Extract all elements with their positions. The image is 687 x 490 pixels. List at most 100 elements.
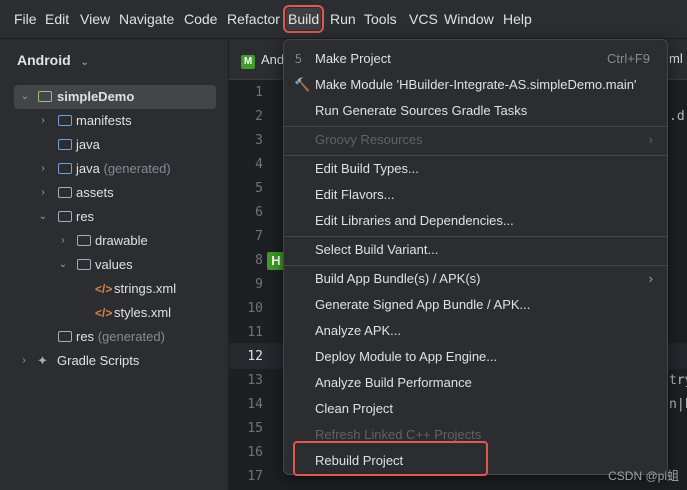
project-view-selector[interactable]: Android ⌄: [17, 52, 89, 68]
menu-item-label: Analyze APK...: [315, 323, 401, 338]
tree-item-res[interactable]: ⌄ res: [0, 205, 228, 229]
tree-item-suffix: (generated): [97, 329, 165, 344]
code-fragment: n|k: [669, 397, 687, 412]
menu-select-build-variant[interactable]: Select Build Variant...: [284, 237, 667, 263]
menu-edit[interactable]: Edit: [45, 8, 69, 30]
tree-item-label: assets: [76, 185, 114, 200]
editor-tab[interactable]: M And: [241, 50, 284, 70]
line-number: 3: [255, 133, 263, 148]
menu-analyze-build-performance[interactable]: Analyze Build Performance: [284, 370, 667, 396]
chevron-right-icon[interactable]: ›: [37, 157, 49, 181]
line-number: 10: [247, 301, 263, 316]
line-number: 11: [247, 325, 263, 340]
tree-item-label: res (generated): [76, 325, 165, 349]
rebuild-highlight-box: [293, 441, 488, 476]
chevron-right-icon: ›: [648, 271, 653, 286]
tree-item-styles-xml[interactable]: </> styles.xml: [0, 301, 228, 325]
chevron-down-icon[interactable]: ⌄: [19, 85, 31, 109]
menu-edit-libraries[interactable]: Edit Libraries and Dependencies...: [284, 208, 667, 234]
tree-item-label: strings.xml: [114, 281, 177, 296]
menu-generate-signed-bundle[interactable]: Generate Signed App Bundle / APK...: [284, 292, 667, 318]
menu-edit-build-types[interactable]: Edit Build Types...: [284, 156, 667, 182]
tree-item-label: styles.xml: [114, 305, 172, 320]
line-number: 16: [247, 445, 263, 460]
tree-item-java[interactable]: java: [0, 133, 228, 157]
tree-item-label: java (generated): [76, 157, 171, 181]
folder-icon: [58, 139, 72, 150]
tree-item-res-generated[interactable]: res (generated): [0, 325, 228, 349]
xml-file-icon: </>: [95, 306, 113, 320]
folder-icon: [77, 259, 91, 270]
project-view-label: Android: [17, 52, 71, 68]
chevron-down-icon: ⌄: [80, 57, 89, 68]
line-number: 14: [247, 397, 263, 412]
menu-refactor[interactable]: Refactor: [227, 8, 280, 30]
menu-item-label: Deploy Module to App Engine...: [315, 349, 498, 364]
menu-make-project[interactable]: 𝟻 Make Project Ctrl+F9: [284, 46, 667, 72]
menu-help[interactable]: Help: [503, 8, 532, 30]
editor-tab-label: And: [261, 52, 285, 67]
menu-file[interactable]: File: [14, 8, 37, 30]
folder-icon: [77, 235, 91, 246]
menu-code[interactable]: Code: [184, 8, 217, 30]
menu-deploy-app-engine[interactable]: Deploy Module to App Engine...: [284, 344, 667, 370]
line-number: 6: [255, 205, 263, 220]
line-number: 5: [255, 181, 263, 196]
menu-item-label: Run Generate Sources Gradle Tasks: [315, 103, 528, 118]
menu-edit-flavors[interactable]: Edit Flavors...: [284, 182, 667, 208]
tree-item-label: Gradle Scripts: [57, 353, 140, 368]
menu-groovy-resources: Groovy Resources ›: [284, 127, 667, 153]
tree-item-assets[interactable]: › assets: [0, 181, 228, 205]
menu-build[interactable]: Build: [282, 5, 325, 33]
menu-view[interactable]: View: [80, 8, 110, 30]
chevron-right-icon[interactable]: ›: [37, 181, 49, 205]
menu-navigate[interactable]: Navigate: [119, 8, 174, 30]
code-fragment: try: [669, 373, 687, 388]
menu-vcs[interactable]: VCS: [409, 8, 438, 30]
menu-run-generate-sources[interactable]: Run Generate Sources Gradle Tasks: [284, 98, 667, 124]
code-fragment: .d.: [669, 109, 687, 124]
chevron-right-icon: ›: [648, 132, 653, 147]
menu-clean-project[interactable]: Clean Project: [284, 396, 667, 422]
menu-item-label: Make Project: [315, 51, 391, 66]
tree-item-gradle-scripts[interactable]: › ✦ Gradle Scripts: [0, 349, 228, 373]
chevron-right-icon[interactable]: ›: [37, 109, 49, 133]
chevron-down-icon[interactable]: ⌄: [57, 253, 69, 277]
tree-item-label: simpleDemo: [57, 89, 135, 104]
folder-icon: [58, 187, 72, 198]
tree-item-label: res: [76, 209, 95, 224]
module-build-icon: 🔨: [294, 77, 311, 92]
line-number: 9: [255, 277, 263, 292]
chevron-right-icon[interactable]: ›: [18, 349, 30, 373]
line-number: 2: [255, 109, 263, 124]
tree-item-strings-xml[interactable]: </> strings.xml: [0, 277, 228, 301]
folder-icon: [58, 331, 72, 342]
module-folder-icon: [38, 91, 52, 102]
menu-build-app-bundle[interactable]: Build App Bundle(s) / APK(s) ›: [284, 266, 667, 292]
menu-tools[interactable]: Tools: [364, 8, 397, 30]
folder-icon: [58, 115, 72, 126]
chevron-right-icon[interactable]: ›: [57, 229, 69, 253]
menu-item-label: Clean Project: [315, 401, 394, 416]
tree-item-values[interactable]: ⌄ values: [0, 253, 228, 277]
menu-item-label: Edit Libraries and Dependencies...: [315, 213, 514, 228]
tree-item-simpledemo[interactable]: ⌄ simpleDemo: [14, 85, 216, 109]
line-number: 1: [255, 85, 263, 100]
build-menu-dropdown: 𝟻 Make Project Ctrl+F9 🔨 Make Module 'HB…: [283, 39, 668, 475]
tree-item-java-generated[interactable]: › java (generated): [0, 157, 228, 181]
menu-run[interactable]: Run: [330, 8, 356, 30]
menu-analyze-apk[interactable]: Analyze APK...: [284, 318, 667, 344]
tree-item-label: drawable: [95, 233, 148, 248]
menu-window[interactable]: Window: [444, 8, 494, 30]
xml-file-icon: </>: [95, 282, 113, 296]
tree-item-manifests[interactable]: › manifests: [0, 109, 228, 133]
menu-make-module[interactable]: 🔨 Make Module 'HBuilder-Integrate-AS.sim…: [284, 72, 667, 98]
menu-item-label: Groovy Resources: [315, 132, 423, 147]
shortcut-label: Ctrl+F9: [607, 51, 650, 66]
manifest-file-icon: M: [241, 55, 255, 69]
tree-item-suffix: (generated): [103, 161, 171, 176]
tree-item-drawable[interactable]: › drawable: [0, 229, 228, 253]
line-number: 13: [247, 373, 263, 388]
chevron-down-icon[interactable]: ⌄: [37, 205, 49, 229]
menu-item-label: Analyze Build Performance: [315, 375, 472, 390]
